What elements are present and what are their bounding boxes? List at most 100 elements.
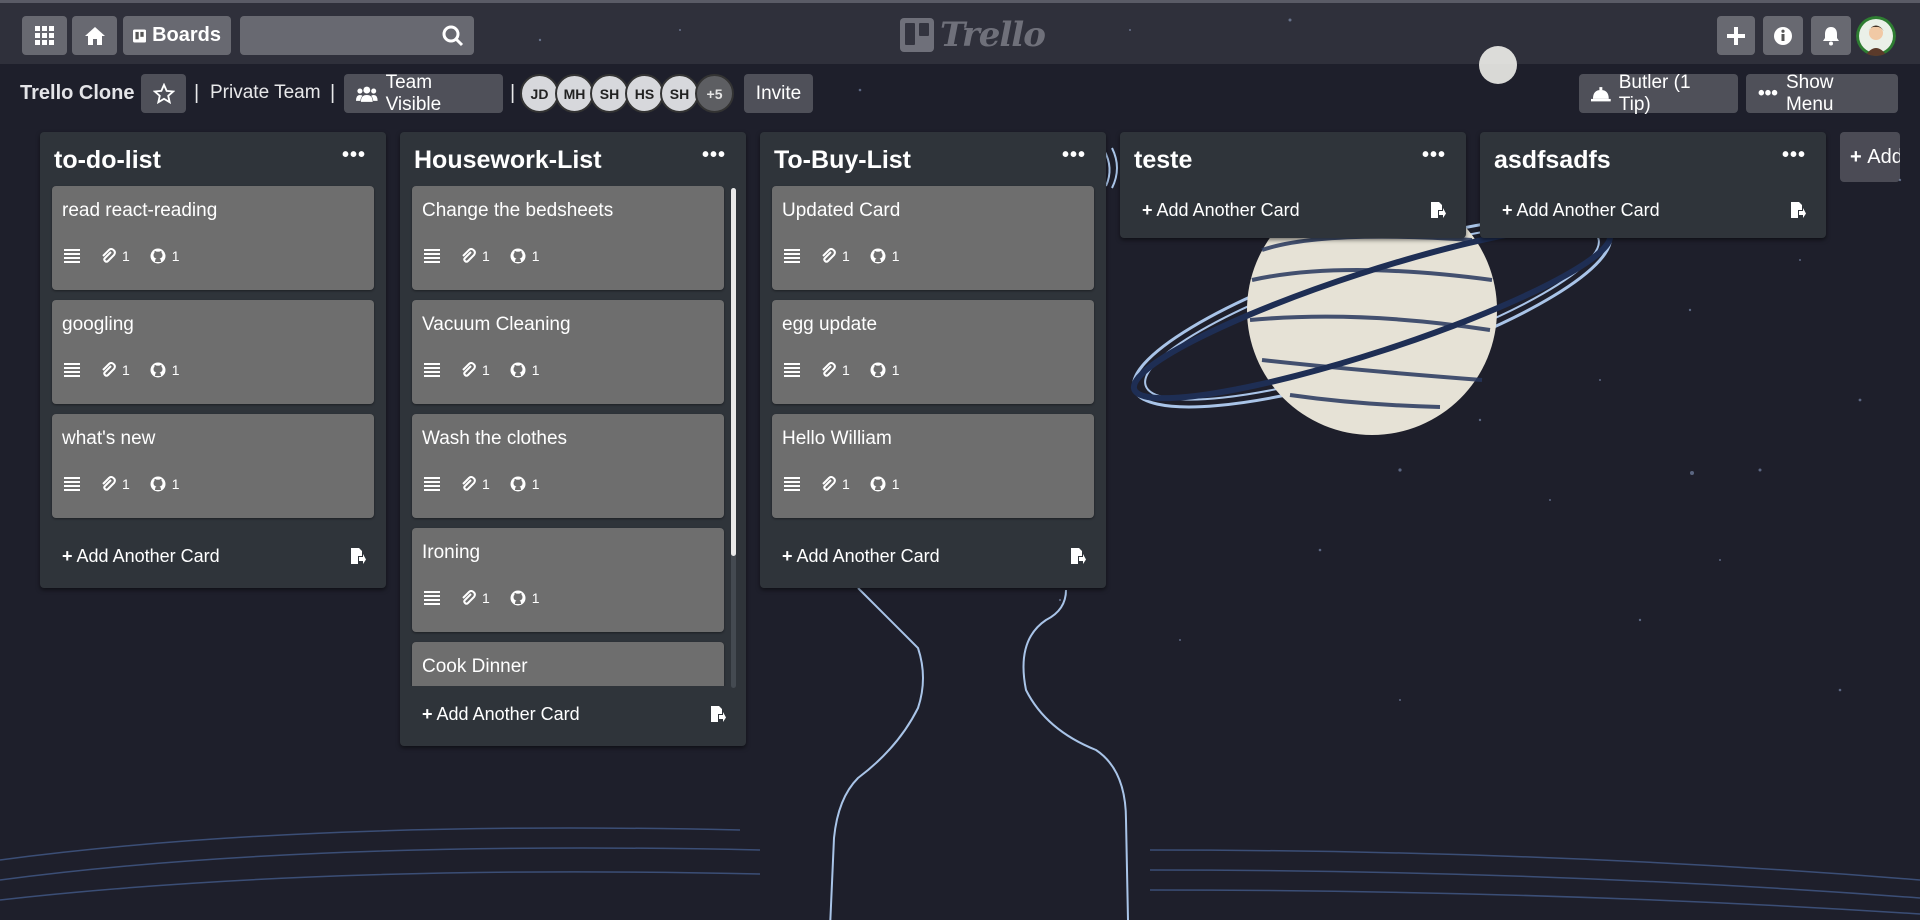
add-card-button[interactable]: + Add Another Card: [1142, 200, 1300, 221]
list-title[interactable]: to-do-list: [54, 146, 161, 175]
search-icon[interactable]: [442, 25, 464, 47]
attachment-badge: 1: [100, 248, 130, 264]
separator: |: [510, 82, 516, 104]
member-avatar[interactable]: SH: [590, 74, 629, 113]
member-avatar[interactable]: HS: [625, 74, 664, 113]
description-badge: [424, 363, 440, 377]
card-template-icon[interactable]: [1790, 202, 1806, 218]
card[interactable]: Hello William 1 1: [772, 414, 1094, 518]
card-title: what's new: [62, 428, 156, 449]
card-template-icon[interactable]: [710, 706, 726, 722]
add-card-button[interactable]: + Add Another Card: [422, 704, 580, 725]
description-icon: [64, 477, 80, 491]
member-avatar[interactable]: SH: [660, 74, 699, 113]
apps-button[interactable]: [22, 16, 67, 55]
github-count: 1: [891, 248, 900, 264]
list-menu-icon[interactable]: •••: [1062, 144, 1086, 167]
visibility-label: Team Visible: [385, 71, 442, 115]
paperclip-icon: [462, 476, 476, 491]
list-menu-icon[interactable]: •••: [1422, 144, 1446, 167]
list-title[interactable]: asdfsadfs: [1494, 146, 1611, 175]
description-icon: [424, 363, 440, 377]
attachment-badge: 1: [460, 476, 490, 492]
card-title: Hello William: [782, 428, 892, 449]
list-menu-icon[interactable]: •••: [1782, 144, 1806, 167]
card-title: read react-reading: [62, 200, 218, 221]
card-badges: 1 1: [424, 248, 540, 264]
add-list-label: Add: [1867, 145, 1900, 168]
show-menu-label: Show Menu: [1785, 71, 1834, 115]
boards-button[interactable]: Boards: [123, 16, 231, 55]
github-count: 1: [171, 476, 180, 492]
list-footer: + Add Another Card: [400, 686, 746, 746]
show-menu-button[interactable]: ••• Show Menu: [1746, 71, 1898, 115]
description-icon: [64, 249, 80, 263]
card[interactable]: Ironing 1 1: [412, 528, 724, 632]
card-template-icon[interactable]: [350, 548, 366, 564]
create-button[interactable]: [1717, 16, 1755, 55]
card[interactable]: what's new 1 1: [52, 414, 374, 518]
visibility-button[interactable]: Team Visible: [344, 71, 503, 115]
github-count: 1: [891, 362, 900, 378]
board-title[interactable]: Trello Clone: [20, 82, 134, 105]
github-icon: [150, 476, 166, 492]
user-avatar[interactable]: [1856, 16, 1896, 56]
description-icon: [784, 363, 800, 377]
butler-button[interactable]: Butler (1 Tip): [1579, 72, 1738, 115]
github-icon: [150, 248, 166, 264]
card-template-icon[interactable]: [1430, 202, 1446, 218]
paperclip-icon: [102, 476, 116, 491]
card[interactable]: Cook Dinner: [412, 642, 724, 686]
notifications-button[interactable]: [1811, 16, 1851, 55]
add-card-button[interactable]: + Add Another Card: [1502, 200, 1660, 221]
card[interactable]: Change the bedsheets 1 1: [412, 186, 724, 290]
list-title[interactable]: teste: [1134, 146, 1192, 175]
card-title: Cook Dinner: [422, 656, 528, 677]
star-icon: [152, 82, 175, 104]
list-menu-icon[interactable]: •••: [342, 144, 366, 167]
plus-icon: +: [422, 704, 433, 724]
search-input[interactable]: [240, 16, 474, 55]
info-button[interactable]: [1763, 16, 1803, 55]
team-name[interactable]: Private Team: [210, 82, 321, 104]
list-header: asdfsadfs •••: [1480, 132, 1826, 186]
card[interactable]: Updated Card 1 1: [772, 186, 1094, 290]
add-card-button[interactable]: + Add Another Card: [62, 546, 220, 567]
card[interactable]: Vacuum Cleaning 1 1: [412, 300, 724, 404]
star-button[interactable]: [141, 74, 186, 113]
card[interactable]: googling 1 1: [52, 300, 374, 404]
invite-button[interactable]: Invite: [744, 74, 813, 113]
card-badges: 1 1: [424, 362, 540, 378]
card[interactable]: egg update 1 1: [772, 300, 1094, 404]
card-title: Vacuum Cleaning: [422, 314, 571, 335]
card-container: Updated Card 1 1 egg update 1 1 Hello Wi…: [760, 186, 1106, 518]
github-count: 1: [531, 590, 540, 606]
member-avatar[interactable]: MH: [555, 74, 594, 113]
board-icon: [133, 28, 147, 43]
boards-label: Boards: [152, 24, 221, 46]
list-menu-icon[interactable]: •••: [702, 144, 726, 167]
list-title[interactable]: Housework-List: [414, 146, 602, 175]
description-badge: [64, 477, 80, 491]
member-avatar[interactable]: JD: [520, 74, 559, 113]
attachment-badge: 1: [460, 362, 490, 378]
card[interactable]: Wash the clothes 1 1: [412, 414, 724, 518]
github-badge: 1: [150, 248, 180, 264]
add-card-button[interactable]: + Add Another Card: [782, 546, 940, 567]
card[interactable]: read react-reading 1 1: [52, 186, 374, 290]
description-badge: [64, 249, 80, 263]
list-title[interactable]: To-Buy-List: [774, 146, 911, 175]
more-members-badge[interactable]: +5: [695, 74, 734, 113]
list-header: To-Buy-List •••: [760, 132, 1106, 186]
card-title: Ironing: [422, 542, 481, 563]
add-list-button[interactable]: + Add: [1840, 132, 1900, 182]
plus-icon: +: [1850, 145, 1862, 168]
description-badge: [784, 363, 800, 377]
card-badges: 1 1: [784, 362, 900, 378]
description-badge: [64, 363, 80, 377]
home-icon: [84, 26, 105, 45]
home-button[interactable]: [72, 16, 117, 55]
card-title: googling: [62, 314, 134, 335]
description-badge: [424, 591, 440, 605]
card-template-icon[interactable]: [1070, 548, 1086, 564]
